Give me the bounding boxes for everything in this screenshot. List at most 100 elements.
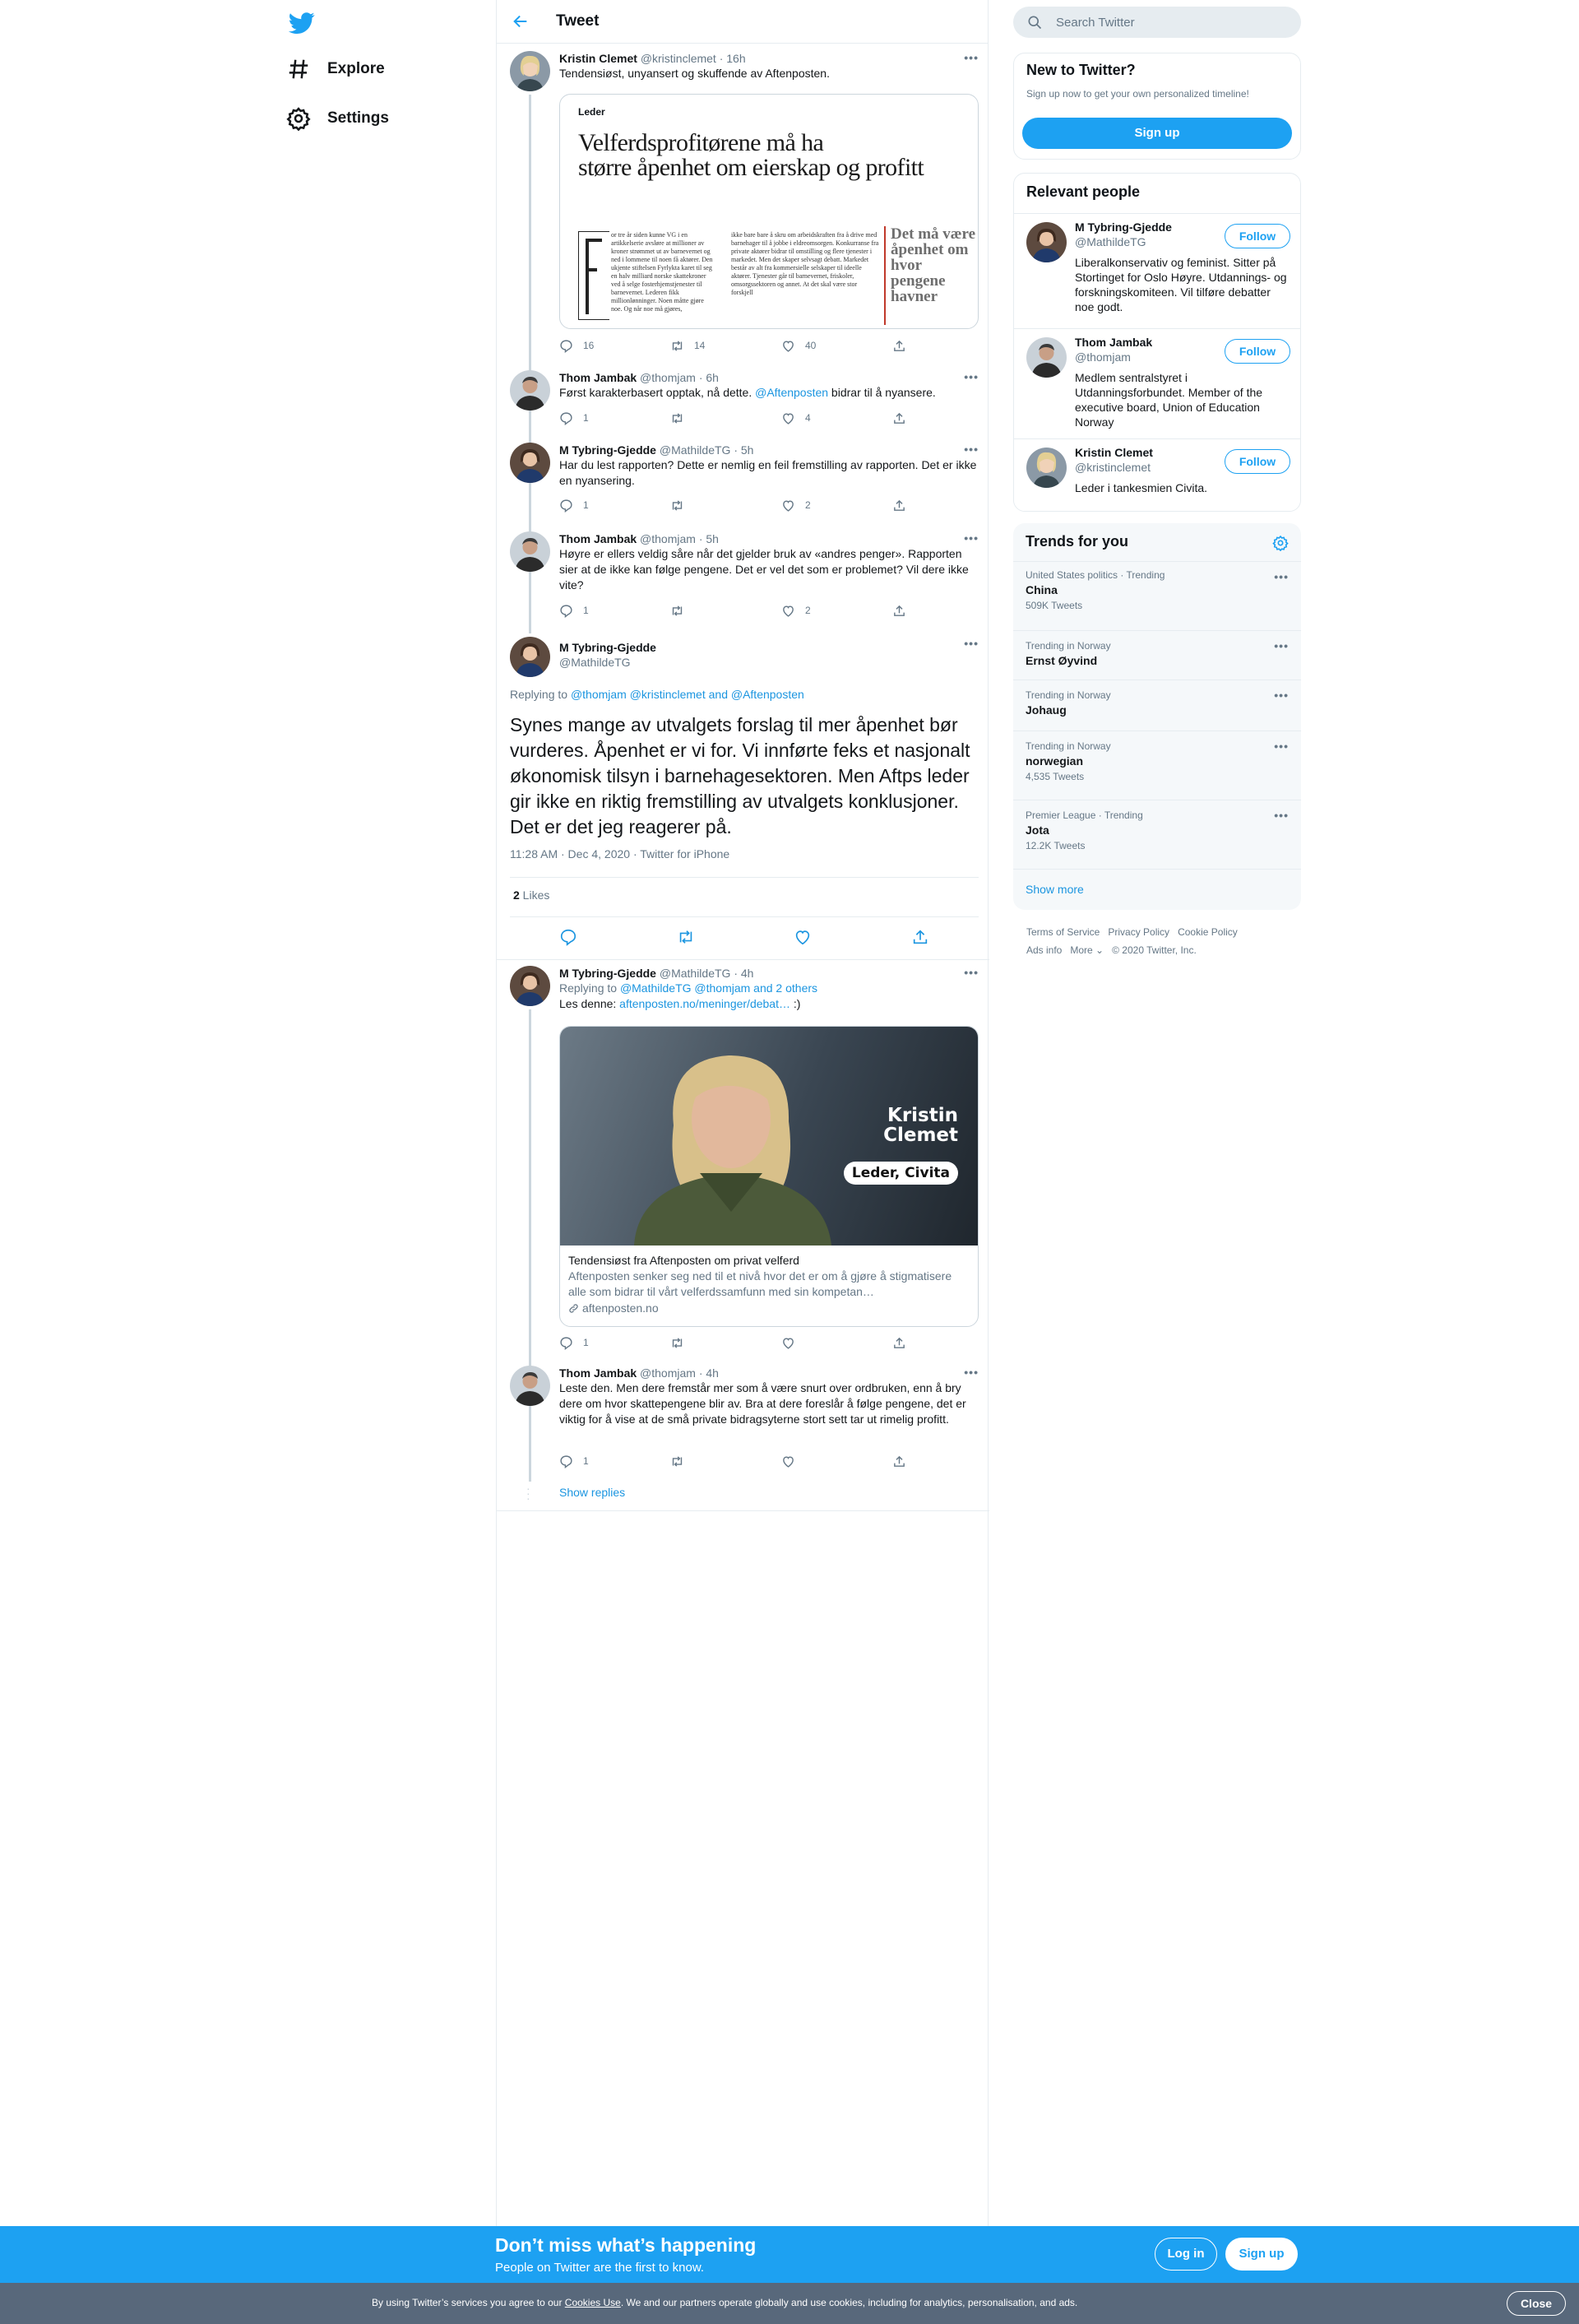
tweet[interactable]: Thom Jambak @thomjam · 4h ••• Leste den.…	[510, 1366, 979, 1473]
url-link[interactable]: aftenposten.no/meninger/debat…	[619, 997, 790, 1010]
avatar[interactable]	[510, 51, 550, 91]
trend-item[interactable]: Premier League · Trending Jota 12.2K Twe…	[1013, 800, 1301, 869]
like-button[interactable]: 4	[781, 411, 892, 425]
avatar[interactable]	[510, 637, 550, 677]
avatar[interactable]	[510, 531, 550, 572]
person-name[interactable]: Kristin Clemet	[1075, 446, 1153, 459]
retweet-button[interactable]	[670, 604, 781, 618]
trend-item[interactable]: Trending in Norway Johaug •••	[1013, 680, 1301, 731]
trend-item[interactable]: Trending in Norway Ernst Øyvind •••	[1013, 630, 1301, 680]
replying-to-link[interactable]: @MathildeTG @thomjam and 2 others	[620, 981, 817, 995]
cookie-policy-link[interactable]: Cookie Policy	[1178, 926, 1238, 938]
author-name[interactable]: M Tybring-Gjedde	[559, 640, 656, 655]
author-handle[interactable]: @MathildeTG	[660, 443, 731, 457]
privacy-link[interactable]: Privacy Policy	[1108, 926, 1169, 938]
ads-info-link[interactable]: Ads info	[1026, 944, 1062, 956]
share-button[interactable]	[892, 339, 1003, 353]
share-button[interactable]	[892, 411, 1003, 425]
author-handle[interactable]: @thomjam	[640, 371, 696, 384]
tweet[interactable]: Thom Jambak @thomjam · 5h ••• Høyre er e…	[510, 531, 979, 630]
more-options-icon[interactable]: •••	[1274, 689, 1289, 702]
more-options-icon[interactable]: •••	[1274, 570, 1289, 583]
twitter-logo-icon[interactable]	[286, 10, 317, 36]
reply-button[interactable]: 1	[559, 1336, 670, 1350]
more-options-icon[interactable]: •••	[1274, 740, 1289, 753]
retweet-button[interactable]	[670, 499, 781, 513]
avatar[interactable]	[1026, 222, 1067, 262]
show-more-link[interactable]: Show more	[1026, 883, 1084, 896]
link-preview-card[interactable]: Kristin Clemet Leder, Civita Tendensiøst…	[559, 1026, 979, 1327]
show-replies-link[interactable]: Show replies	[559, 1486, 625, 1499]
heart-icon[interactable]	[794, 928, 812, 946]
back-arrow-icon[interactable]	[512, 12, 530, 30]
trend-item[interactable]: United States politics · Trending China …	[1013, 561, 1301, 630]
reply-button[interactable]: 1	[559, 499, 670, 513]
share-button[interactable]	[892, 1454, 1003, 1468]
author-handle[interactable]: @MathildeTG	[559, 655, 656, 670]
author-name[interactable]: Kristin Clemet	[559, 52, 637, 65]
more-options-icon[interactable]: •••	[964, 531, 979, 545]
tweet[interactable]: Kristin Clemet @kristinclemet · 16h ••• …	[510, 51, 979, 362]
tweet-timestamp[interactable]: 11:28 AM · Dec 4, 2020 · Twitter for iPh…	[510, 847, 729, 860]
tweet-image[interactable]: Leder Velferdsprofitørene må ha større å…	[559, 94, 979, 329]
like-button[interactable]	[781, 1454, 892, 1468]
tweet-time[interactable]: · 5h	[734, 443, 753, 457]
author-name[interactable]: Thom Jambak	[559, 1366, 637, 1380]
person-handle[interactable]: @kristinclemet	[1075, 461, 1151, 474]
author-name[interactable]: Thom Jambak	[559, 371, 637, 384]
person-card[interactable]: Thom Jambak @thomjam Follow Medlem sentr…	[1014, 328, 1300, 438]
likes-summary[interactable]: 2 Likes	[513, 888, 549, 902]
share-icon[interactable]	[911, 928, 929, 946]
more-options-icon[interactable]: •••	[964, 637, 979, 650]
more-menu-link[interactable]: More ⌄	[1070, 944, 1104, 956]
tweet[interactable]: M Tybring-Gjedde @MathildeTG · 4h ••• Re…	[510, 966, 979, 1354]
login-button[interactable]: Log in	[1155, 2238, 1217, 2271]
retweet-button[interactable]	[670, 411, 781, 425]
reply-button[interactable]: 1	[559, 411, 670, 425]
tweet-time[interactable]: · 4h	[734, 967, 753, 980]
reply-icon[interactable]	[559, 928, 577, 946]
sidebar-signup-button[interactable]: Sign up	[1022, 118, 1292, 149]
more-options-icon[interactable]: •••	[964, 966, 979, 979]
tweet-time[interactable]: · 6h	[699, 371, 719, 384]
search-input[interactable]: Search Twitter	[1013, 7, 1301, 38]
reply-button[interactable]: 16	[559, 339, 670, 353]
author-handle[interactable]: @thomjam	[640, 1366, 696, 1380]
avatar[interactable]	[510, 443, 550, 483]
signup-button[interactable]: Sign up	[1225, 2238, 1298, 2271]
cookie-close-button[interactable]: Close	[1507, 2291, 1566, 2316]
retweet-icon[interactable]	[677, 928, 695, 946]
person-handle[interactable]: @MathildeTG	[1075, 235, 1146, 248]
share-button[interactable]	[892, 1336, 1003, 1350]
tweet-time[interactable]: · 4h	[699, 1366, 719, 1380]
more-options-icon[interactable]: •••	[1274, 639, 1289, 652]
like-button[interactable]: 2	[781, 604, 892, 618]
retweet-button[interactable]: 14	[670, 339, 781, 353]
share-button[interactable]	[892, 499, 1003, 513]
cookies-use-link[interactable]: Cookies Use	[565, 2297, 621, 2308]
avatar[interactable]	[510, 966, 550, 1006]
more-options-icon[interactable]: •••	[1274, 809, 1289, 822]
more-options-icon[interactable]: •••	[964, 51, 979, 64]
author-name[interactable]: Thom Jambak	[559, 532, 637, 545]
more-options-icon[interactable]: •••	[964, 443, 979, 456]
retweet-button[interactable]	[670, 1336, 781, 1350]
follow-button[interactable]: Follow	[1225, 449, 1290, 474]
share-button[interactable]	[892, 604, 1003, 618]
tweet[interactable]: M Tybring-Gjedde @MathildeTG · 5h ••• Ha…	[510, 443, 979, 525]
tweet-time[interactable]: · 16h	[720, 52, 746, 65]
avatar[interactable]	[510, 370, 550, 411]
like-button[interactable]: 2	[781, 499, 892, 513]
author-name[interactable]: M Tybring-Gjedde	[559, 443, 656, 457]
person-handle[interactable]: @thomjam	[1075, 350, 1131, 364]
nav-settings[interactable]: Settings	[286, 100, 389, 137]
mention-link[interactable]: @Aftenposten	[755, 386, 828, 399]
nav-explore[interactable]: Explore	[286, 51, 385, 87]
reply-button[interactable]: 1	[559, 604, 670, 618]
more-options-icon[interactable]: •••	[964, 1366, 979, 1379]
terms-link[interactable]: Terms of Service	[1026, 926, 1100, 938]
author-name[interactable]: M Tybring-Gjedde	[559, 967, 656, 980]
person-name[interactable]: Thom Jambak	[1075, 336, 1152, 349]
author-handle[interactable]: @thomjam	[640, 532, 696, 545]
retweet-button[interactable]	[670, 1454, 781, 1468]
